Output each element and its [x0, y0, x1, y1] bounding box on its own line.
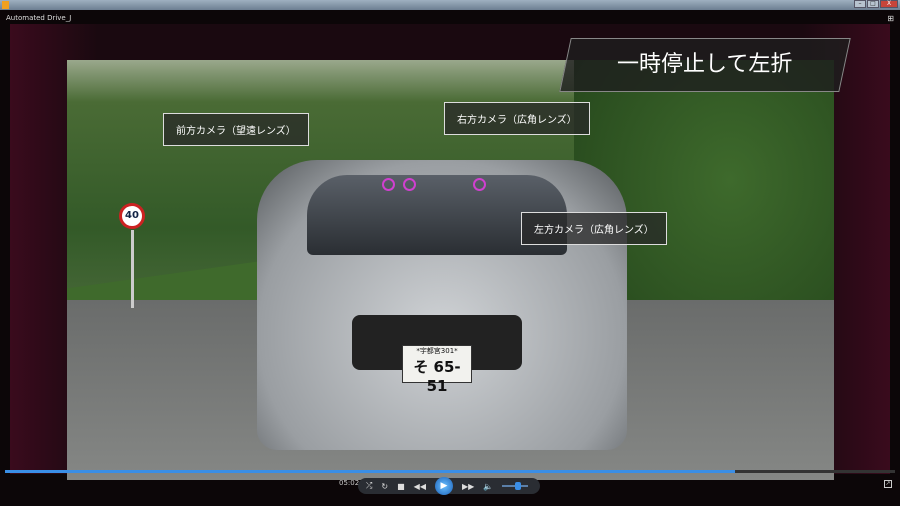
window-titlebar: – □ X [0, 0, 900, 10]
minimize-button[interactable]: – [854, 0, 866, 8]
maximize-button[interactable]: □ [867, 0, 879, 8]
playback-controls: ⤮ ↻ ■ ◀◀ ▶ ▶▶ 🔈 [358, 477, 540, 495]
repeat-icon[interactable]: ↻ [381, 482, 388, 491]
license-plate: *宇都宮301* そ 65-51 [402, 345, 472, 395]
elapsed-time: 05:02 [339, 479, 360, 487]
mute-icon[interactable]: 🔈 [483, 482, 493, 491]
app-icon [2, 1, 9, 9]
play-button[interactable]: ▶ [434, 477, 453, 495]
previous-icon[interactable]: ◀◀ [414, 482, 426, 491]
close-button[interactable]: X [880, 0, 898, 8]
plate-number: そ 65-51 [413, 358, 461, 395]
seek-bar-fill [5, 470, 735, 473]
fullscreen-icon[interactable]: ↗ [884, 480, 892, 488]
camera-marker [473, 178, 486, 191]
plate-top: *宇都宮301* [416, 347, 458, 355]
callout-left-camera: 左方カメラ（広角レンズ） [521, 212, 667, 245]
speed-limit-sign: 40 [119, 203, 145, 229]
camera-marker [382, 178, 395, 191]
media-title: Automated Drive_J [6, 14, 72, 22]
stop-icon[interactable]: ■ [397, 482, 405, 491]
callout-front-camera: 前方カメラ（望遠レンズ） [163, 113, 309, 146]
volume-slider[interactable] [502, 482, 529, 490]
heading-text: 一時停止して左折 [617, 52, 793, 77]
shuffle-icon[interactable]: ⤮ [366, 481, 372, 491]
sign-pole [131, 230, 134, 308]
volume-knob[interactable] [514, 482, 521, 490]
video-heading: 一時停止して左折 [559, 38, 851, 92]
seek-bar[interactable] [5, 470, 895, 473]
switch-library-icon[interactable]: ⊞ [887, 14, 894, 23]
camera-marker [403, 178, 416, 191]
callout-right-camera: 右方カメラ（広角レンズ） [444, 102, 590, 135]
next-icon[interactable]: ▶▶ [462, 482, 474, 491]
